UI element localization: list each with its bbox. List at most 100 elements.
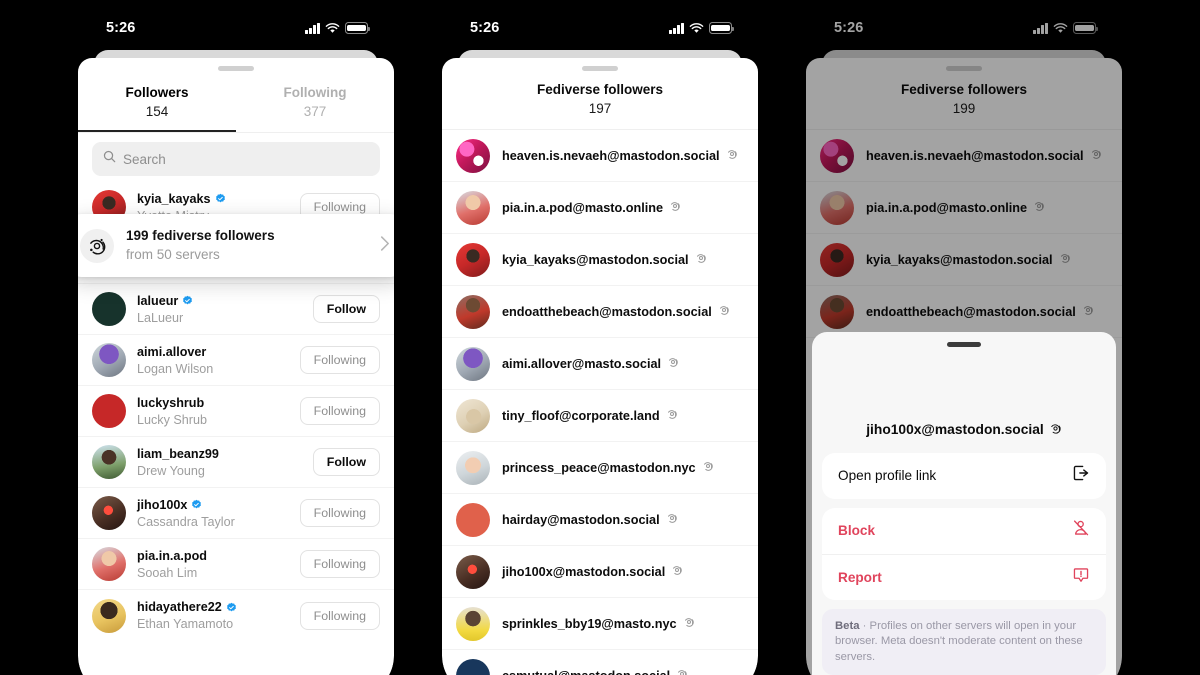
fediverse-follower-row[interactable]: tiny_floof@corporate.land (442, 390, 758, 442)
fediverse-handle-row: hairday@mastodon.social (502, 512, 678, 527)
fediverse-badge-icon (667, 356, 679, 371)
action-group-primary: Open profile link (822, 452, 1106, 499)
fediverse-badge-icon (1049, 422, 1062, 438)
follower-row[interactable]: pia.in.a.pod Sooah Lim Following (78, 539, 394, 590)
verified-badge-icon (192, 499, 202, 509)
follower-username: aimi.allover (137, 344, 289, 360)
follower-row[interactable]: liam_beanz99 Drew Young Follow (78, 437, 394, 488)
tab-active-underline (78, 130, 236, 132)
open-profile-link-label: Open profile link (838, 468, 937, 483)
action-group-danger: Block Report (822, 507, 1106, 600)
fediverse-badge-icon (726, 148, 738, 163)
fediverse-follower-row[interactable]: sprinkles_bby19@masto.nyc (442, 598, 758, 650)
follower-row[interactable]: jiho100x Cassandra Taylor Following (78, 488, 394, 539)
follower-fullname: Drew Young (137, 463, 205, 478)
tab-followers-count: 154 (145, 104, 169, 119)
fediverse-follower-row[interactable]: kyia_kayaks@mastodon.social (442, 234, 758, 286)
external-link-icon (1072, 464, 1090, 487)
status-bar: 5:26 (78, 6, 394, 50)
follower-username: luckyshrub (137, 395, 289, 411)
block-button[interactable]: Block (822, 508, 1106, 554)
following-button[interactable]: Following (299, 397, 380, 425)
fediverse-handle-row: csmutual@mastodon.social (502, 668, 688, 675)
fediverse-followers-list[interactable]: heaven.is.nevaeh@mastodon.social pia.in.a… (442, 130, 758, 675)
following-button[interactable]: Following (299, 499, 380, 527)
tab-followers[interactable]: Followers 154 (78, 77, 236, 132)
fediverse-badge-icon (718, 304, 730, 319)
following-button[interactable]: Following (299, 550, 380, 578)
avatar (456, 606, 490, 641)
fediverse-badge-icon (666, 512, 678, 527)
username-text: aimi.allover (137, 344, 207, 359)
search-placeholder: Search (123, 151, 166, 167)
avatar (92, 445, 126, 479)
fediverse-follower-row[interactable]: princess_peace@mastodon.nyc (442, 442, 758, 494)
following-button[interactable]: Following (299, 346, 380, 374)
follow-button[interactable]: Follow (312, 295, 380, 323)
fediverse-handle: aimi.allover@masto.social (502, 356, 662, 371)
fediverse-follower-row[interactable]: endoatthebeach@mastodon.social (442, 286, 758, 338)
fediverse-header: Fediverse followers 197 (442, 71, 758, 129)
fediverse-handle: pia.in.a.pod@masto.online (502, 200, 664, 215)
fediverse-follower-row[interactable]: csmutual@mastodon.social (442, 650, 758, 675)
search-input[interactable]: Search (92, 142, 380, 176)
fediverse-handle-row: heaven.is.nevaeh@mastodon.social (502, 148, 738, 163)
fediverse-follower-row[interactable]: heaven.is.nevaeh@mastodon.social (442, 130, 758, 182)
beta-note-text: Profiles on other servers will open in y… (835, 619, 1083, 663)
fediverse-follower-row[interactable]: aimi.allover@masto.social (442, 338, 758, 390)
avatar (92, 343, 126, 377)
fediverse-handle-row: pia.in.a.pod@masto.online (502, 200, 681, 215)
verified-badge-icon (215, 193, 225, 203)
battery-icon (709, 22, 735, 34)
username-text: pia.in.a.pod (137, 548, 207, 563)
avatar (456, 190, 490, 225)
fediverse-handle-row: endoatthebeach@mastodon.social (502, 304, 730, 319)
fediverse-followers-card[interactable]: 199 fediverse followers from 50 servers (78, 214, 394, 277)
username-text: kyia_kayaks (137, 191, 211, 206)
chevron-right-icon (379, 235, 390, 257)
verified-badge-icon (226, 602, 236, 611)
phone-1-screen: 5:26 Followers 154 Following 377 Search … (78, 6, 394, 675)
profile-handle-row: jiho100x@mastodon.social (822, 422, 1106, 438)
open-profile-link-button[interactable]: Open profile link (822, 453, 1106, 499)
avatar (456, 398, 490, 433)
tab-following[interactable]: Following 377 (236, 77, 394, 132)
avatar (92, 598, 126, 633)
follower-fullname: LaLueur (137, 310, 184, 325)
follower-username: pia.in.a.pod (137, 548, 289, 564)
fediverse-icon (80, 228, 114, 263)
sheet-grabber[interactable] (218, 66, 254, 71)
follower-username: liam_beanz99 (137, 446, 302, 462)
following-button[interactable]: Following (299, 601, 380, 630)
action-sheet-profile: jiho100x@mastodon.social (822, 347, 1106, 453)
status-bar-time: 5:26 (106, 20, 136, 36)
follow-button[interactable]: Follow (312, 448, 380, 476)
follower-row[interactable]: aimi.allover Logan Wilson Following (78, 335, 394, 386)
status-bar: 5:26 (442, 6, 758, 50)
follower-row[interactable]: hidayathere22 Ethan Yamamoto Following (78, 590, 394, 641)
search-icon (103, 150, 116, 168)
fediverse-card-title: 199 fediverse followers (126, 228, 275, 243)
follower-fullname: Sooah Lim (137, 565, 198, 580)
follower-fullname: Logan Wilson (137, 361, 214, 376)
page-title: Fediverse followers (536, 82, 664, 97)
follower-row[interactable]: luckyshrub Lucky Shrub Following (78, 386, 394, 437)
report-label: Report (838, 569, 882, 585)
username-text: luckyshrub (137, 395, 205, 410)
fediverse-handle: csmutual@mastodon.social (502, 669, 670, 675)
fediverse-handle-row: tiny_floof@corporate.land (502, 408, 678, 423)
fediverse-follower-row[interactable]: jiho100x@mastodon.social (442, 546, 758, 598)
fediverse-handle: jiho100x@mastodon.social (502, 564, 666, 579)
follower-username: jiho100x (137, 497, 289, 513)
fediverse-follower-row[interactable]: hairday@mastodon.social (442, 494, 758, 546)
avatar (456, 138, 490, 173)
followers-count: 197 (588, 101, 612, 116)
report-button[interactable]: Report (822, 553, 1106, 600)
follower-username: hidayathere22 (137, 599, 289, 615)
fediverse-follower-row[interactable]: pia.in.a.pod@masto.online (442, 182, 758, 234)
fediverse-handle: tiny_floof@corporate.land (502, 408, 660, 423)
wifi-icon (689, 22, 704, 34)
phone-2-fediverse-followers: 5:26 Fediverse followers 197 heaven.is.n… (442, 6, 758, 675)
fediverse-handle: sprinkles_bby19@masto.nyc (502, 616, 677, 631)
follower-row[interactable]: lalueur LaLueur Follow (78, 284, 394, 335)
